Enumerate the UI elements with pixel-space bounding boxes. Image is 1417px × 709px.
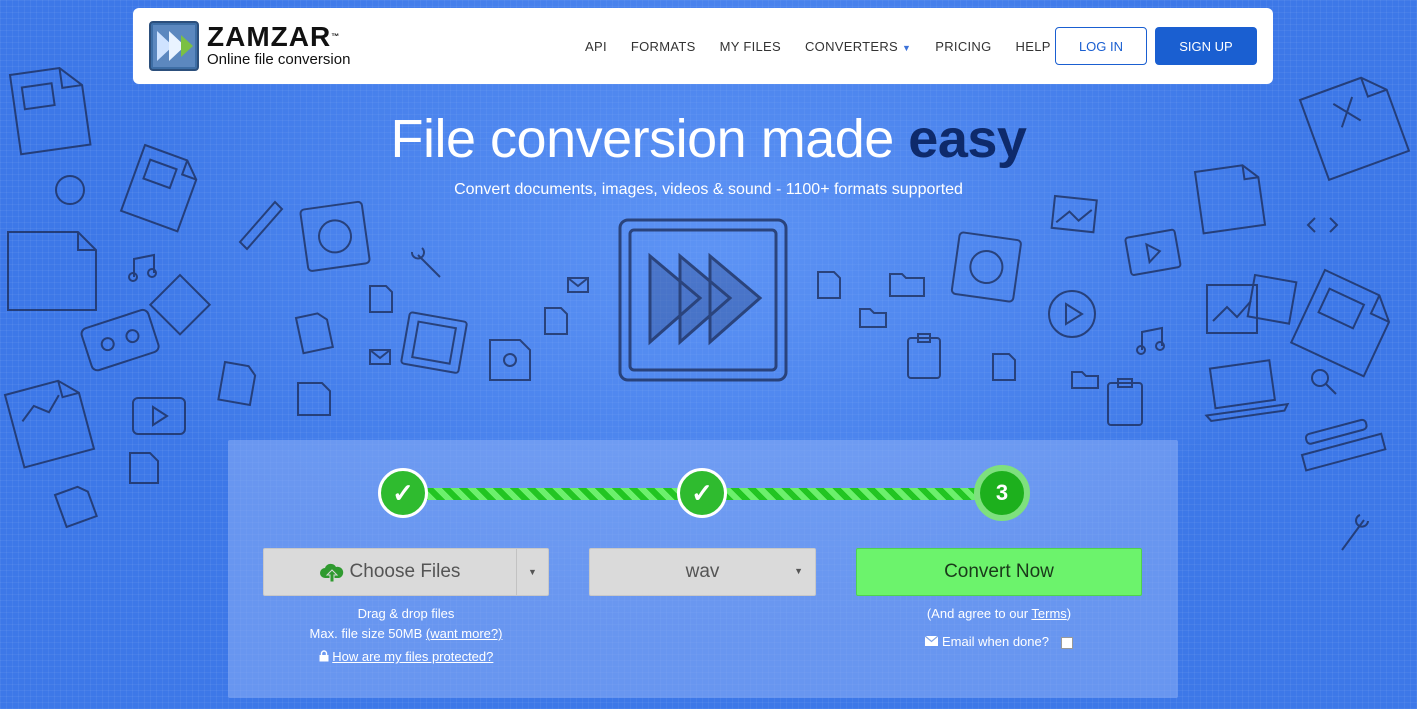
folder-icon	[859, 308, 887, 328]
envelope-icon	[567, 277, 589, 293]
file-icon	[129, 452, 159, 484]
pencil-icon	[238, 200, 284, 251]
refresh-icon	[950, 231, 1022, 303]
email-line: Email when done?	[856, 634, 1142, 649]
agree-suffix: )	[1066, 606, 1072, 621]
choose-files-dropdown[interactable]: ▼	[516, 549, 548, 595]
clipboard-icon	[907, 333, 941, 379]
choose-files-label: Choose Files	[349, 561, 461, 582]
contact-file-icon	[489, 339, 531, 381]
wrench-icon	[411, 247, 441, 278]
agree-prefix: (And agree to our	[926, 606, 1032, 621]
drag-drop-text: Drag & drop files	[357, 606, 455, 621]
lock-icon	[319, 650, 329, 662]
avi-file-icon	[1289, 268, 1391, 378]
choose-files-button[interactable]: Choose Files ▼	[263, 548, 549, 596]
music-note-icon	[128, 253, 157, 282]
wrench-icon	[1341, 514, 1369, 551]
caret-down-icon: ▼	[902, 42, 912, 53]
file-icon	[53, 485, 98, 529]
image-icon	[1206, 284, 1258, 334]
choose-files-main[interactable]: Choose Files	[264, 549, 516, 595]
file-icon	[369, 285, 393, 313]
play-circle-icon	[1048, 290, 1096, 338]
music-note-icon	[1136, 326, 1165, 355]
signup-button[interactable]: SIGN UP	[1155, 27, 1257, 65]
photoshop-file-icon	[7, 231, 97, 311]
step-1-complete: ✓	[378, 468, 428, 518]
protection-line: How are my files protected?	[263, 649, 549, 664]
envelope-icon	[925, 635, 939, 646]
envelope-icon	[369, 349, 391, 365]
email-label: Email when done?	[942, 634, 1049, 649]
nav-formats[interactable]: FORMATS	[631, 39, 696, 54]
folder-icon	[889, 273, 925, 297]
max-size-text: Max. file size 50MB	[309, 626, 423, 641]
wav-file-icon	[217, 360, 257, 407]
email-checkbox[interactable]	[1060, 636, 1073, 649]
folder-icon	[1071, 371, 1099, 389]
top-navbar: ZAMZAR™ Online file conversion API FORMA…	[133, 8, 1273, 84]
nav-converters-label: CONVERTERS	[804, 38, 899, 54]
step-3-current: 3	[974, 465, 1030, 521]
files-protected-link[interactable]: How are my files protected?	[332, 649, 493, 664]
play-icon	[148, 273, 212, 336]
main-player-icon	[618, 218, 788, 382]
convert-now-button[interactable]: Convert Now	[856, 548, 1142, 596]
cloud-upload-icon	[319, 563, 343, 582]
nav-converters[interactable]: CONVERTERS ▼	[805, 39, 911, 54]
main-nav: API FORMATS MY FILES CONVERTERS ▼ PRICING…	[585, 8, 1075, 84]
caret-down-icon: ▼	[794, 566, 803, 576]
check-icon: ✓	[691, 477, 713, 508]
hero-subtitle: Convert documents, images, videos & soun…	[454, 181, 963, 198]
zamzar-logo[interactable]: ZAMZAR™ Online file conversion	[149, 21, 350, 71]
nav-help[interactable]: HELP	[1016, 39, 1051, 54]
film-icon	[1124, 228, 1182, 276]
hero-title: File conversion made easy	[0, 108, 1417, 170]
want-more-link[interactable]: (want more?)	[426, 626, 503, 641]
code-icon	[1306, 217, 1339, 233]
image-icon	[1050, 194, 1098, 234]
refresh-icon	[299, 200, 371, 272]
file-icon	[817, 271, 841, 299]
image-file-icon	[297, 382, 331, 416]
video-icon	[132, 397, 186, 435]
hero-title-emphasis: easy	[908, 109, 1027, 169]
film-icon	[400, 311, 468, 374]
step-2-complete: ✓	[677, 468, 727, 518]
check-icon: ✓	[392, 477, 414, 508]
terms-link[interactable]: Terms	[1031, 606, 1066, 621]
logo-name: ZAMZAR™	[207, 21, 341, 52]
terms-line: (And agree to our Terms)	[856, 606, 1142, 621]
pen-icon	[1304, 418, 1368, 445]
file-icon	[544, 307, 568, 335]
cad-file-icon	[3, 379, 96, 469]
mp3-file-icon	[294, 312, 335, 355]
caret-down-icon: ▼	[528, 567, 537, 577]
image-icon	[1246, 273, 1298, 325]
logo-tagline: Online file conversion	[207, 51, 351, 68]
selected-format: wav	[685, 561, 720, 582]
format-select[interactable]: wav ▼	[589, 548, 816, 596]
clipboard-icon	[1107, 378, 1143, 426]
cassette-icon	[80, 308, 160, 372]
nav-my-files[interactable]: MY FILES	[720, 39, 781, 54]
hero-title-main: File conversion made	[390, 109, 909, 169]
file-icon	[992, 353, 1016, 381]
nav-pricing[interactable]: PRICING	[935, 39, 991, 54]
converter-panel: ✓ ✓ 3 Choose Files ▼ wav ▼ Convert Now D…	[228, 440, 1178, 698]
magnifier-icon	[1311, 369, 1337, 395]
laptop-icon	[1204, 359, 1290, 423]
nav-api[interactable]: API	[585, 39, 607, 54]
zamzar-logo-icon	[149, 21, 199, 71]
ruler-icon	[1300, 432, 1387, 472]
login-button[interactable]: LOG IN	[1055, 27, 1147, 65]
max-size-line: Max. file size 50MB (want more?)	[263, 626, 549, 641]
